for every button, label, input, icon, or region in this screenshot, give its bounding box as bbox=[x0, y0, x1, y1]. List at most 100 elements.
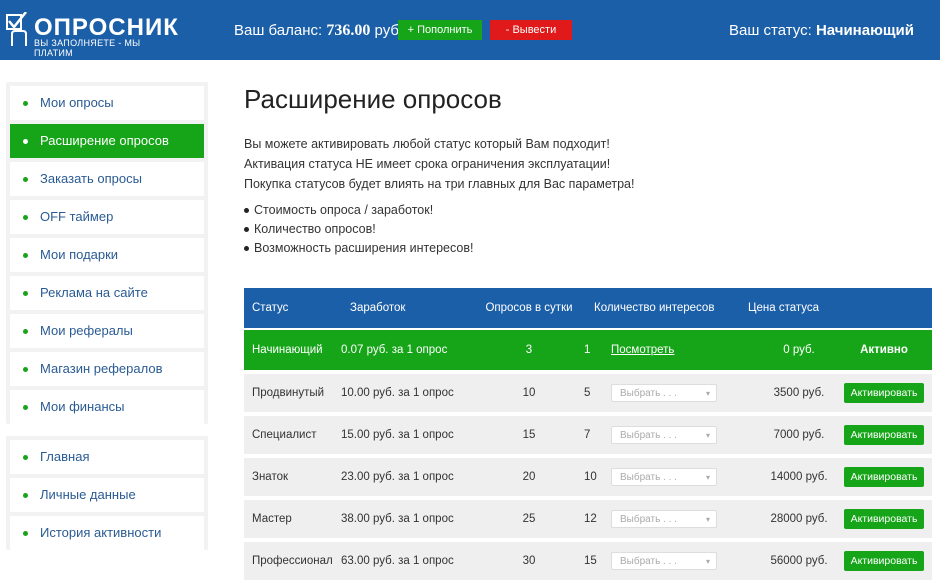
cell-interests: 10 bbox=[584, 471, 597, 483]
logo-subtitle: ВЫ ЗАПОЛНЯЕТЕ - МЫ ПЛАТИМ bbox=[34, 38, 141, 58]
sidebar-item-my-surveys[interactable]: Мои опросы bbox=[10, 86, 204, 120]
main-content: Расширение опросов Вы можете активироват… bbox=[244, 84, 934, 258]
balance-label: Ваш баланс: bbox=[234, 22, 323, 39]
sidebar-item-activity-history[interactable]: История активности bbox=[10, 516, 204, 550]
page-title: Расширение опросов bbox=[244, 84, 502, 114]
bullet-icon bbox=[23, 405, 28, 410]
cell-status: Профессионал bbox=[252, 555, 333, 567]
balance-value: 736.00 bbox=[326, 22, 371, 39]
cell-action: Активировать bbox=[844, 500, 924, 538]
select-placeholder: Выбрать . . . bbox=[620, 556, 677, 567]
bullet-icon bbox=[23, 101, 28, 106]
select-placeholder: Выбрать . . . bbox=[620, 430, 677, 441]
bullet-icon bbox=[23, 455, 28, 460]
sidebar-item-label: Личные данные bbox=[40, 487, 136, 502]
activate-button[interactable]: Активировать bbox=[844, 383, 924, 403]
table-header: Статус Заработок Опросов в сутки Количес… bbox=[244, 288, 932, 328]
sidebar-item-my-gifts[interactable]: Мои подарки bbox=[10, 238, 204, 272]
withdraw-button[interactable]: - Вывести bbox=[490, 20, 572, 40]
sidebar-item-label: Магазин рефералов bbox=[40, 361, 163, 376]
chevron-down-icon: ▾ bbox=[705, 557, 710, 566]
chevron-down-icon: ▾ bbox=[705, 431, 710, 440]
sidebar-item-label: Мои подарки bbox=[40, 247, 119, 262]
interests-select-cell: Выбрать . . . ▾ bbox=[611, 458, 717, 496]
benefit-item: Возможность расширения интересов! bbox=[244, 239, 934, 258]
cell-per-day: 20 bbox=[522, 471, 536, 483]
status-value: Начинающий bbox=[815, 22, 914, 39]
interests-select[interactable]: Выбрать . . . ▾ bbox=[611, 384, 717, 402]
cell-price: 56000 руб. bbox=[770, 555, 828, 567]
cell-interests: 15 bbox=[584, 555, 597, 567]
bullet-icon bbox=[23, 329, 28, 334]
sidebar-item-home[interactable]: Главная bbox=[10, 440, 204, 474]
table-row: Специалист 15.00 руб. за 1 опрос 15 7 Вы… bbox=[244, 416, 932, 454]
interests-select[interactable]: Выбрать . . . ▾ bbox=[611, 552, 717, 570]
intro-line: Покупка статусов будет влиять на три гла… bbox=[244, 177, 635, 191]
view-interests-cell: Посмотреть bbox=[611, 330, 674, 370]
cell-per-day: 15 bbox=[522, 429, 536, 441]
activate-button[interactable]: Активировать bbox=[844, 551, 924, 571]
sidebar-item-my-finances[interactable]: Мои финансы bbox=[10, 390, 204, 424]
sidebar-item-label: Заказать опросы bbox=[40, 171, 142, 186]
interests-select-cell: Выбрать . . . ▾ bbox=[611, 542, 717, 580]
bullet-icon bbox=[23, 493, 28, 498]
sidebar-item-referral-shop[interactable]: Магазин рефералов bbox=[10, 352, 204, 386]
select-placeholder: Выбрать . . . bbox=[620, 514, 677, 525]
sidebar-item-my-referrals[interactable]: Мои рефералы bbox=[10, 314, 204, 348]
sidebar-item-label: Расширение опросов bbox=[40, 133, 169, 148]
sidebar-menu-main: Мои опросы Расширение опросов Заказать о… bbox=[6, 82, 208, 424]
sidebar-item-label: Реклама на сайте bbox=[40, 285, 148, 300]
cell-earnings: 38.00 руб. за 1 опрос bbox=[341, 513, 454, 525]
benefit-item: Стоимость опроса / заработок! bbox=[244, 201, 934, 220]
interests-select[interactable]: Выбрать . . . ▾ bbox=[611, 468, 717, 486]
activate-button[interactable]: Активировать bbox=[844, 509, 924, 529]
sidebar-item-surveys-expansion[interactable]: Расширение опросов bbox=[10, 124, 204, 158]
interests-select-cell: Выбрать . . . ▾ bbox=[611, 416, 717, 454]
select-placeholder: Выбрать . . . bbox=[620, 472, 677, 483]
header-earnings: Заработок bbox=[350, 302, 406, 314]
sidebar-item-personal-data[interactable]: Личные данные bbox=[10, 478, 204, 512]
balance: Ваш баланс: 736.00 руб. bbox=[234, 22, 403, 40]
chevron-down-icon: ▾ bbox=[705, 515, 710, 524]
cell-action: Активировать bbox=[844, 458, 924, 496]
bullet-icon bbox=[23, 139, 28, 144]
sidebar-item-label: Мои финансы bbox=[40, 399, 125, 414]
bullet-icon bbox=[23, 367, 28, 372]
intro-text: Вы можете активировать любой статус кото… bbox=[244, 137, 934, 191]
status-table: Статус Заработок Опросов в сутки Количес… bbox=[244, 288, 932, 580]
interests-select[interactable]: Выбрать . . . ▾ bbox=[611, 510, 717, 528]
cell-status: Начинающий bbox=[252, 344, 323, 356]
cell-status: Мастер bbox=[252, 513, 292, 525]
interests-select-cell: Выбрать . . . ▾ bbox=[611, 374, 717, 412]
table-row: Мастер 38.00 руб. за 1 опрос 25 12 Выбра… bbox=[244, 500, 932, 538]
sidebar-item-label: Главная bbox=[40, 449, 90, 464]
logo[interactable]: ОПРОСНИК ВЫ ЗАПОЛНЯЕТЕ - МЫ ПЛАТИМ bbox=[6, 8, 178, 58]
cell-per-day: 25 bbox=[522, 513, 536, 525]
header-per-day: Опросов в сутки bbox=[485, 302, 573, 314]
cell-interests: 1 bbox=[584, 344, 591, 356]
table-row: Продвинутый 10.00 руб. за 1 опрос 10 5 В… bbox=[244, 374, 932, 412]
sidebar-item-site-ads[interactable]: Реклама на сайте bbox=[10, 276, 204, 310]
cell-status: Продвинутый bbox=[252, 387, 325, 399]
sidebar-item-order-surveys[interactable]: Заказать опросы bbox=[10, 162, 204, 196]
table-row: Профессионал 63.00 руб. за 1 опрос 30 15… bbox=[244, 542, 932, 580]
sidebar-item-label: Мои рефералы bbox=[40, 323, 133, 338]
cell-earnings: 63.00 руб. за 1 опрос bbox=[341, 555, 454, 567]
activate-button[interactable]: Активировать bbox=[844, 467, 924, 487]
cell-price: 14000 руб. bbox=[770, 471, 828, 483]
sidebar-item-label: История активности bbox=[40, 525, 162, 540]
header-price: Цена статуса bbox=[748, 302, 820, 314]
table-row: Знаток 23.00 руб. за 1 опрос 20 10 Выбра… bbox=[244, 458, 932, 496]
view-interests-link[interactable]: Посмотреть bbox=[611, 344, 674, 356]
interests-select-cell: Выбрать . . . ▾ bbox=[611, 500, 717, 538]
select-placeholder: Выбрать . . . bbox=[620, 388, 677, 399]
interests-select[interactable]: Выбрать . . . ▾ bbox=[611, 426, 717, 444]
sidebar-item-label: OFF таймер bbox=[40, 209, 114, 224]
cell-status: Знаток bbox=[252, 471, 289, 483]
cell-status: Специалист bbox=[252, 429, 317, 441]
topup-button[interactable]: + Пополнить bbox=[398, 20, 482, 40]
chevron-down-icon: ▾ bbox=[705, 473, 710, 482]
sidebar-item-off-timer[interactable]: OFF таймер bbox=[10, 200, 204, 234]
activate-button[interactable]: Активировать bbox=[844, 425, 924, 445]
cell-price: 0 руб. bbox=[783, 344, 815, 356]
